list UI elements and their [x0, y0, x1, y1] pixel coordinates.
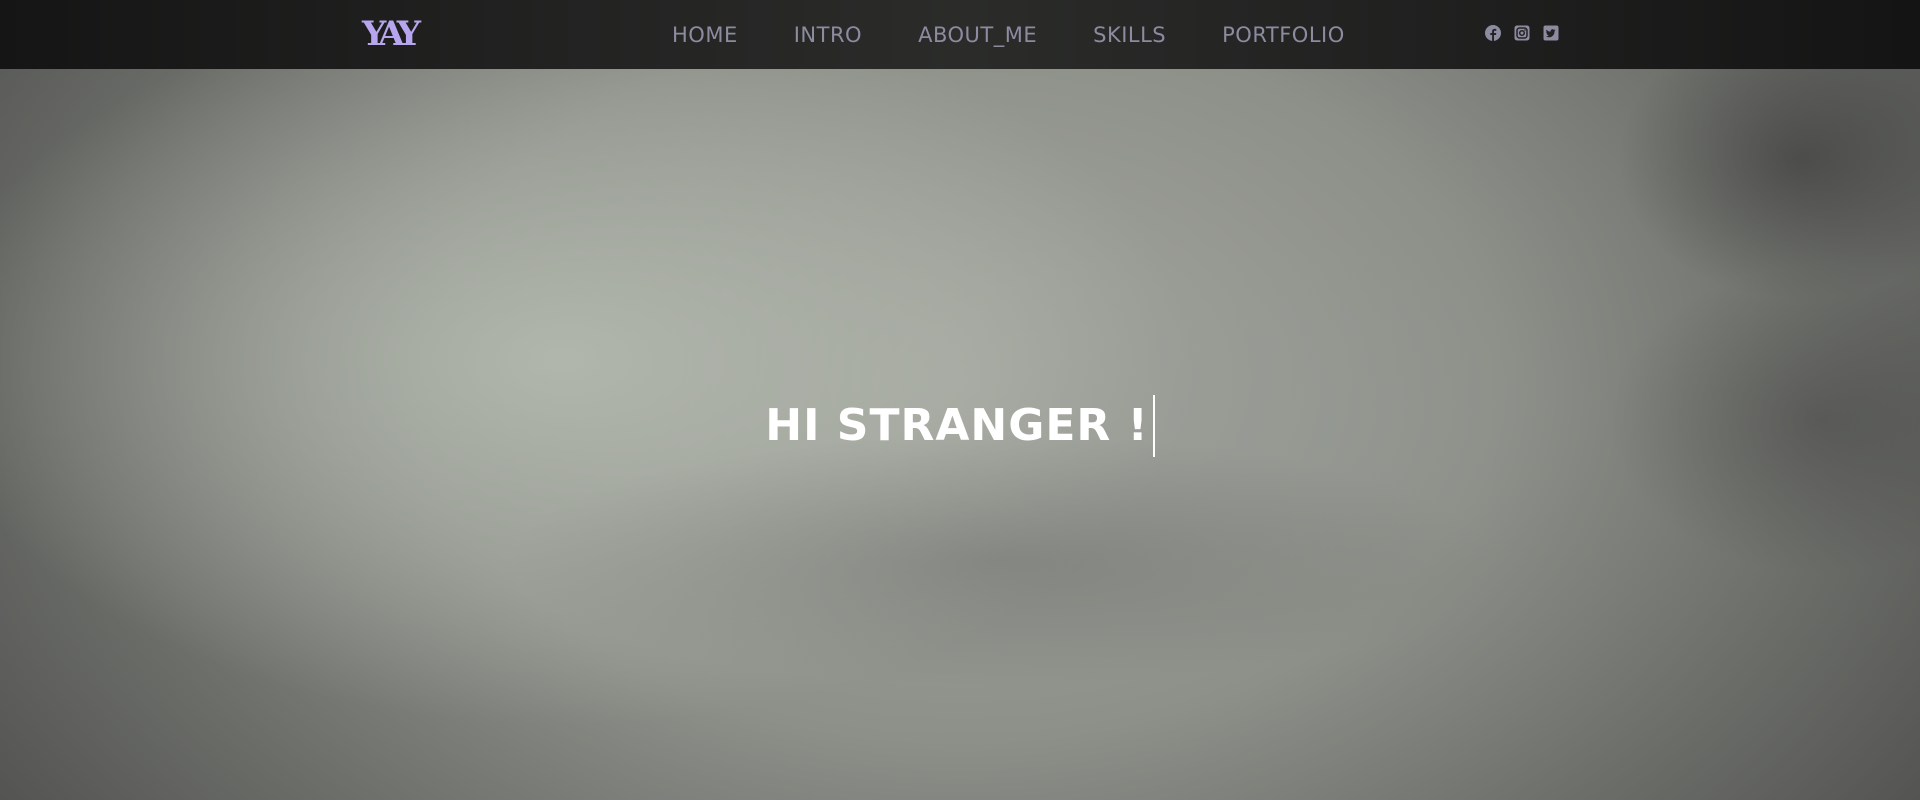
nav-link-about-me[interactable]: ABOUT_ME — [918, 23, 1037, 47]
nav-link-skills[interactable]: SKILLS — [1093, 23, 1166, 47]
top-navbar: YAY HOME INTRO ABOUT_ME SKILLS PORTFOLIO — [0, 0, 1920, 69]
main-nav: HOME INTRO ABOUT_ME SKILLS PORTFOLIO — [672, 0, 1345, 69]
facebook-icon[interactable] — [1485, 25, 1501, 41]
social-links — [1485, 25, 1559, 41]
site-logo[interactable]: YAY — [362, 14, 421, 54]
instagram-icon[interactable] — [1514, 25, 1530, 41]
twitter-icon[interactable] — [1543, 25, 1559, 41]
nav-link-intro[interactable]: INTRO — [794, 23, 862, 47]
nav-link-home[interactable]: HOME — [672, 23, 738, 47]
hero-headline-wrap: HI STRANGER ! — [0, 395, 1920, 457]
nav-link-portfolio[interactable]: PORTFOLIO — [1222, 23, 1345, 47]
hero-headline: HI STRANGER ! — [765, 395, 1155, 457]
